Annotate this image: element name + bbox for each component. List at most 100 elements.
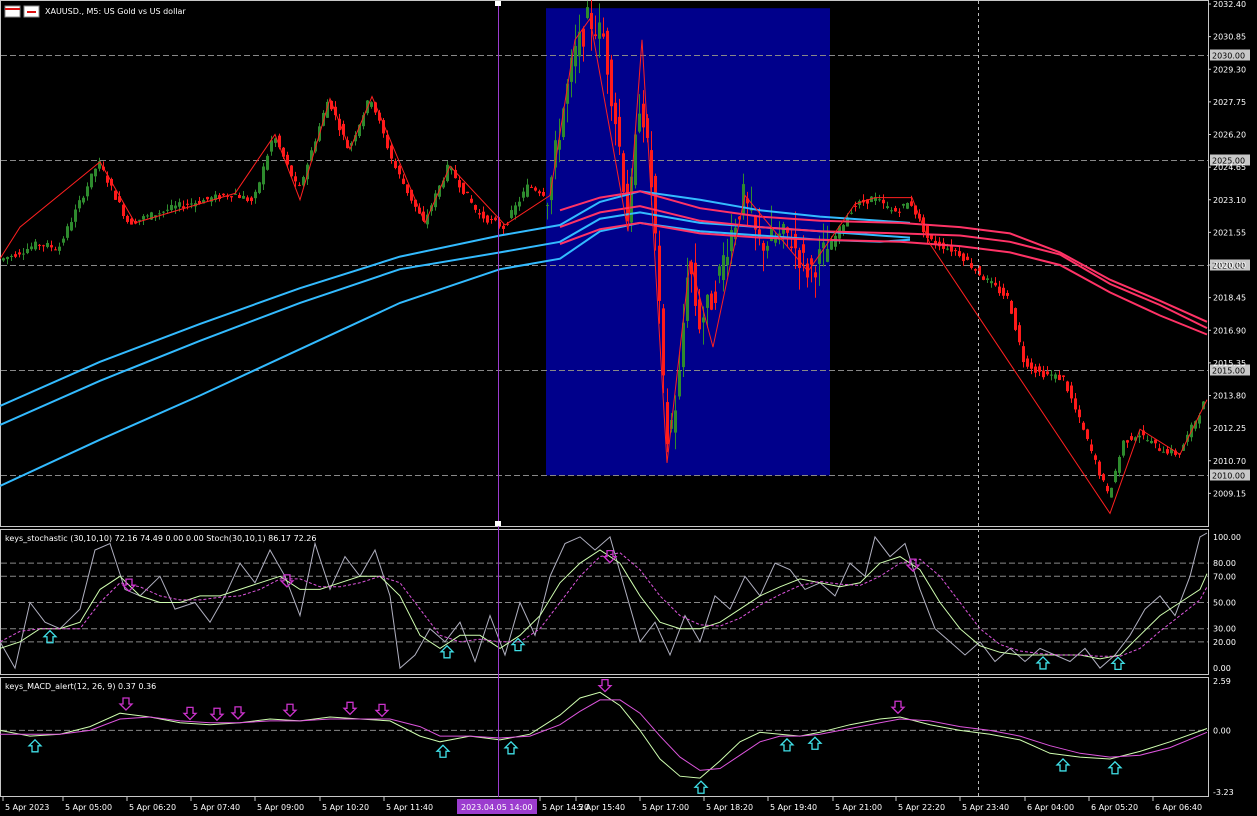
candle-body[interactable] — [1018, 325, 1021, 343]
candle-body[interactable] — [6, 256, 9, 260]
candle-body[interactable] — [662, 308, 665, 376]
candle-body[interactable] — [474, 205, 477, 210]
candle-body[interactable] — [1070, 385, 1073, 399]
candle-body[interactable] — [678, 370, 681, 397]
candle-body[interactable] — [490, 218, 493, 220]
candle-body[interactable] — [582, 28, 585, 47]
candle-body[interactable] — [1030, 362, 1033, 369]
candle-body[interactable] — [162, 211, 165, 213]
candle-body[interactable] — [1042, 370, 1045, 378]
candle-body[interactable] — [1078, 409, 1081, 418]
candle-body[interactable] — [486, 215, 489, 223]
candle-body[interactable] — [998, 286, 1001, 294]
candle-body[interactable] — [898, 211, 901, 213]
candle-body[interactable] — [126, 215, 129, 222]
candle-body[interactable] — [222, 193, 225, 196]
candle-body[interactable] — [970, 263, 973, 268]
candle-body[interactable] — [674, 410, 677, 433]
candle-body[interactable] — [1026, 358, 1029, 367]
candle-body[interactable] — [38, 244, 41, 246]
candle-body[interactable] — [78, 200, 81, 209]
candle-body[interactable] — [114, 190, 117, 200]
candle-body[interactable] — [54, 249, 57, 251]
candle-body[interactable] — [762, 243, 765, 251]
candle-body[interactable] — [706, 294, 709, 308]
candle-body[interactable] — [1058, 374, 1061, 381]
candle-body[interactable] — [974, 269, 977, 271]
chart-window-icon[interactable] — [4, 5, 21, 18]
candle-body[interactable] — [522, 191, 525, 198]
candle-body[interactable] — [122, 204, 125, 217]
candle-body[interactable] — [1090, 444, 1093, 451]
candle-body[interactable] — [710, 293, 713, 310]
candle-body[interactable] — [462, 182, 465, 194]
candle-body[interactable] — [1146, 440, 1149, 442]
candle-body[interactable] — [530, 186, 533, 188]
candle-body[interactable] — [702, 317, 705, 323]
candle-body[interactable] — [250, 197, 253, 202]
candle-body[interactable] — [1086, 429, 1089, 439]
candle-body[interactable] — [1046, 371, 1049, 375]
candle-body[interactable] — [894, 208, 897, 212]
candle-body[interactable] — [878, 199, 881, 201]
candle-body[interactable] — [1094, 455, 1097, 460]
candle-body[interactable] — [1162, 451, 1165, 453]
candle-body[interactable] — [802, 244, 805, 253]
candle-body[interactable] — [174, 205, 177, 209]
candle-body[interactable] — [666, 402, 669, 445]
candle-body[interactable] — [22, 253, 25, 255]
candle-body[interactable] — [1050, 374, 1053, 376]
candle-body[interactable] — [1150, 440, 1153, 444]
candle-body[interactable] — [402, 178, 405, 184]
candle-body[interactable] — [826, 249, 829, 262]
candle-body[interactable] — [258, 182, 261, 193]
candle-body[interactable] — [1006, 292, 1009, 296]
candle-body[interactable] — [1130, 436, 1133, 440]
candle-body[interactable] — [890, 210, 893, 212]
candle-body[interactable] — [906, 202, 909, 209]
candle-body[interactable] — [1022, 346, 1025, 363]
candle-body[interactable] — [458, 180, 461, 188]
candle-body[interactable] — [658, 245, 661, 301]
candle-body[interactable] — [94, 168, 97, 177]
candle-body[interactable] — [26, 248, 29, 254]
candle-body[interactable] — [538, 191, 541, 194]
candle-body[interactable] — [482, 211, 485, 219]
candle-body[interactable] — [1010, 300, 1013, 314]
candle-body[interactable] — [170, 204, 173, 211]
candle-body[interactable] — [74, 209, 77, 222]
candle-body[interactable] — [502, 225, 505, 229]
candle-body[interactable] — [1118, 457, 1121, 473]
candle-body[interactable] — [850, 212, 853, 214]
candle-body[interactable] — [266, 155, 269, 170]
candle-body[interactable] — [1122, 440, 1125, 456]
candle-body[interactable] — [298, 184, 301, 186]
candle-body[interactable] — [254, 191, 257, 199]
candle-body[interactable] — [718, 266, 721, 276]
candle-body[interactable] — [574, 45, 577, 67]
candle-body[interactable] — [206, 196, 209, 200]
candle-body[interactable] — [902, 203, 905, 206]
candle-body[interactable] — [478, 213, 481, 215]
candle-body[interactable] — [390, 145, 393, 159]
candle-body[interactable] — [1102, 474, 1105, 481]
candle-body[interactable] — [618, 116, 621, 147]
candle-body[interactable] — [398, 165, 401, 175]
candle-body[interactable] — [294, 176, 297, 182]
candle-body[interactable] — [246, 197, 249, 201]
candle-body[interactable] — [542, 191, 545, 196]
candle-body[interactable] — [166, 209, 169, 211]
candle-body[interactable] — [138, 219, 141, 221]
candle-body[interactable] — [594, 34, 597, 37]
candle-body[interactable] — [722, 255, 725, 281]
candle-body[interactable] — [994, 282, 997, 286]
candle-body[interactable] — [954, 250, 957, 252]
candle-body[interactable] — [1166, 449, 1169, 454]
candle-body[interactable] — [698, 299, 701, 330]
candle-body[interactable] — [986, 278, 989, 280]
candle-body[interactable] — [726, 256, 729, 266]
candle-body[interactable] — [614, 102, 617, 125]
candle-body[interactable] — [178, 202, 181, 207]
candle-body[interactable] — [394, 161, 397, 168]
candle-body[interactable] — [1062, 375, 1065, 377]
